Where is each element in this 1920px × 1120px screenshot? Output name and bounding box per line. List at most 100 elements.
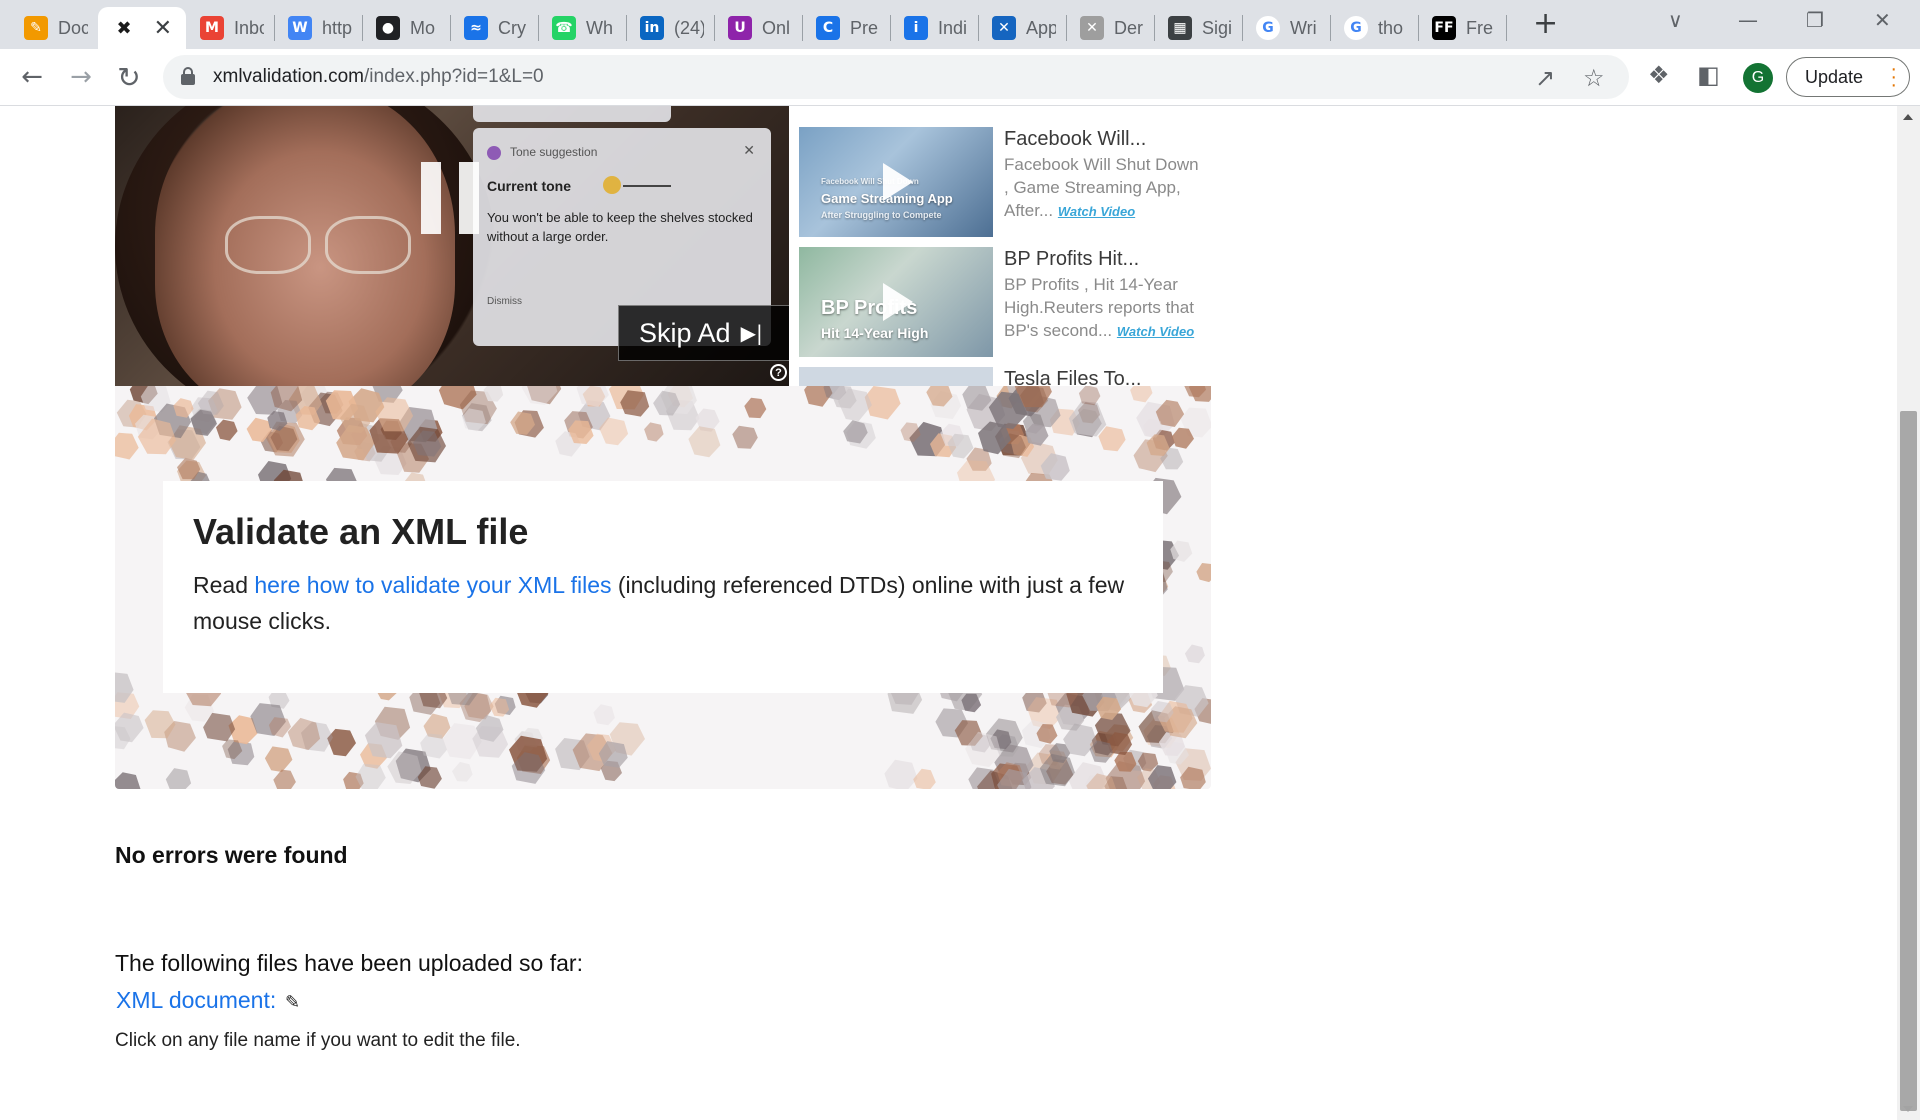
ff-logo-icon: FF — [1432, 16, 1456, 40]
browser-tab[interactable]: ✕ Der — [1066, 7, 1154, 49]
scroll-down-arrow-icon[interactable] — [1903, 1106, 1913, 1112]
related-video-title[interactable]: Facebook Will... — [1004, 128, 1146, 151]
tab-title: Fre — [1466, 17, 1493, 38]
play-icon[interactable] — [883, 283, 913, 321]
related-videos-list: Facebook Will Shut Down Game Streaming A… — [799, 106, 1211, 386]
hex-tile — [593, 704, 615, 726]
watch-video-link[interactable]: Watch Video — [1058, 204, 1135, 219]
tab-title: App — [1026, 17, 1056, 38]
browser-tab[interactable]: Gtho — [1330, 7, 1418, 49]
browser-tab[interactable]: i Indi — [890, 7, 978, 49]
skip-ad-button[interactable]: Skip Ad ▶| — [618, 305, 789, 361]
browser-tab[interactable]: ✎ Doc — [10, 7, 98, 49]
browser-tab[interactable]: C Pre — [802, 7, 890, 49]
watch-video-link[interactable]: Watch Video — [1117, 324, 1194, 339]
browser-tab[interactable]: ● Mo — [362, 7, 450, 49]
gmail-icon: M — [200, 16, 224, 40]
video-thumbnail[interactable]: BP Profits Hit 14-Year High — [799, 247, 993, 357]
tab-title: http — [322, 17, 352, 38]
browser-tab[interactable]: ▦ Sigi — [1154, 7, 1242, 49]
browser-tab[interactable]: in (24) — [626, 7, 714, 49]
tab-title: Wri — [1290, 17, 1317, 38]
related-video-item[interactable]: Tesla Files To... — [799, 367, 1211, 386]
bookmark-star-icon[interactable]: ☆ — [1583, 64, 1605, 92]
browser-tab[interactable]: Whttp — [274, 7, 362, 49]
hex-tile — [1068, 401, 1107, 437]
related-video-title[interactable]: Tesla Files To... — [1004, 368, 1141, 386]
sheets-icon: ▦ — [1168, 16, 1192, 40]
scroll-up-arrow-icon[interactable] — [1903, 114, 1913, 120]
close-window-icon[interactable]: ✕ — [1874, 8, 1891, 32]
browser-tab[interactable]: M Inbo — [186, 7, 274, 49]
related-video-item[interactable]: BP Profits Hit 14-Year High BP Profits H… — [799, 247, 1211, 359]
ad-help-icon[interactable]: ? — [770, 364, 787, 381]
new-tab-plus-icon[interactable]: + — [1533, 9, 1558, 39]
video-ad-player[interactable]: Tone suggestion ✕ Current tone You won't… — [115, 106, 789, 386]
hex-tile — [1130, 386, 1153, 403]
restore-icon[interactable]: ❐ — [1806, 8, 1824, 32]
play-icon[interactable] — [883, 163, 913, 201]
how-to-validate-link[interactable]: here how to validate your XML files — [254, 572, 611, 598]
skip-next-icon: ▶| — [740, 321, 763, 345]
card-heading: Current tone — [487, 178, 571, 194]
google-icon: G — [1344, 16, 1368, 40]
thumb-caption: After Struggling to Compete — [821, 210, 942, 220]
tab-close-icon[interactable]: ✕ — [154, 16, 172, 41]
hero-text-lead: Read — [193, 572, 255, 598]
hex-tile — [884, 759, 918, 789]
extensions-puzzle-icon[interactable]: ❖ — [1648, 61, 1670, 89]
hex-tile — [1078, 386, 1101, 406]
reload-icon[interactable]: ↻ — [112, 60, 146, 94]
tab-separator — [1506, 15, 1507, 41]
hex-tile — [452, 761, 473, 782]
messenger-icon: ≈ — [464, 16, 488, 40]
related-video-item[interactable]: Facebook Will Shut Down Game Streaming A… — [799, 127, 1211, 239]
lock-icon[interactable] — [181, 67, 195, 85]
pause-icon[interactable] — [421, 162, 481, 234]
tab-title: Onl — [762, 17, 791, 38]
google-icon: G — [1256, 16, 1280, 40]
page-scrollbar[interactable] — [1897, 106, 1920, 1120]
tab-search-chevron-icon[interactable]: ∨ — [1668, 8, 1683, 32]
tab-title: (24) — [674, 17, 704, 38]
browser-tab[interactable]: ✕ App — [978, 7, 1066, 49]
page-viewport: Tone suggestion ✕ Current tone You won't… — [0, 106, 1897, 1120]
video-thumbnail[interactable] — [799, 367, 993, 386]
hex-tile — [521, 386, 558, 405]
xml-document-link[interactable]: XML document: — [116, 987, 276, 1014]
hex-tile — [264, 746, 293, 772]
related-video-title[interactable]: BP Profits Hit... — [1004, 248, 1139, 271]
share-icon[interactable]: ↗ — [1535, 64, 1555, 92]
hex-tile — [1098, 426, 1126, 452]
more-menu-icon[interactable]: · · · — [1890, 59, 1897, 95]
tone-slider — [623, 185, 671, 187]
browser-tab[interactable]: G Wri — [1242, 7, 1330, 49]
profile-avatar[interactable]: G — [1743, 63, 1773, 93]
linkedin-icon: in — [640, 16, 664, 40]
whatsapp-icon: ☎ — [552, 16, 576, 40]
browser-tab[interactable]: ✖ ✕ — [98, 7, 186, 49]
hex-tile — [165, 768, 192, 789]
side-panel-icon[interactable]: ◧ — [1697, 61, 1720, 89]
related-video-description: Facebook Will Shut Down , Game Streaming… — [1004, 153, 1204, 223]
pencil-edit-icon[interactable]: ✎ — [285, 992, 300, 1013]
update-button[interactable]: Update · · · — [1786, 57, 1910, 97]
browser-tab[interactable]: ≈ Cry — [450, 7, 538, 49]
browser-tab[interactable]: FF Fre — [1418, 7, 1506, 49]
browser-tab[interactable]: ☎ Wh — [538, 7, 626, 49]
hex-tile — [688, 426, 721, 458]
minimize-icon[interactable]: — — [1738, 8, 1758, 32]
video-thumbnail[interactable]: Facebook Will Shut Down Game Streaming A… — [799, 127, 993, 237]
edit-hint: Click on any file name if you want to ed… — [115, 1030, 521, 1051]
browser-tab[interactable]: U Onl — [714, 7, 802, 49]
forward-arrow-icon[interactable]: → — [64, 60, 98, 94]
url-text[interactable]: xmlvalidation.com/index.php?id=1&L=0 — [213, 66, 544, 88]
app-x-gray-icon: ✕ — [1080, 16, 1104, 40]
tab-title: Inbo — [234, 17, 264, 38]
hex-tile — [1184, 644, 1205, 664]
browser-toolbar: ← → ↻ xmlvalidation.com/index.php?id=1&L… — [0, 49, 1920, 106]
back-arrow-icon[interactable]: ← — [15, 60, 49, 94]
related-video-description: BP Profits , Hit 14-Year High.Reuters re… — [1004, 273, 1204, 343]
scrollbar-thumb[interactable] — [1900, 411, 1917, 1111]
address-bar[interactable]: xmlvalidation.com/index.php?id=1&L=0 ↗ ☆ — [163, 55, 1629, 99]
